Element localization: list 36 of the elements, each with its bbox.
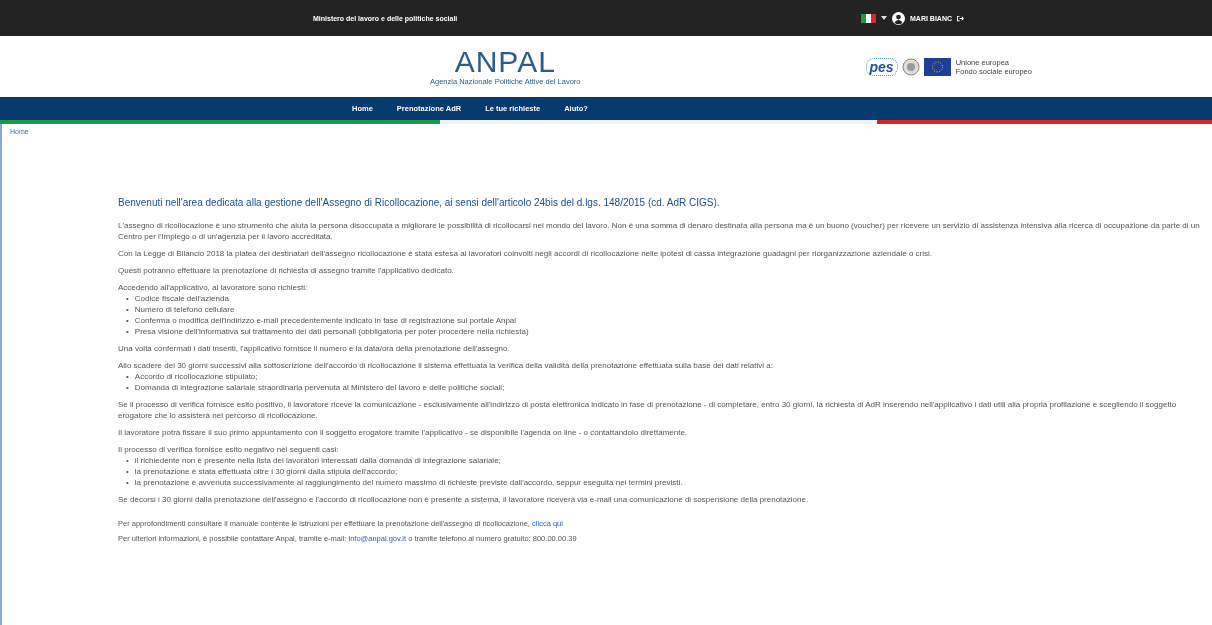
paragraph: Il lavoratore potrà fissare il suo primo appuntamento con il soggetto erogatore tramite l'applicativo - se disponibile l'agenda on line - o contattandolo direttamente. xyxy=(118,427,689,438)
bullet-icon: • xyxy=(126,382,129,393)
anpal-logo[interactable]: ANPAL xyxy=(454,47,556,77)
user-icon[interactable] xyxy=(892,11,905,25)
list-intro: Allo scadere dei 30 giorni successivi alla sottoscrizione dell'accordo di ricollocazione il sistema effettuata la verifica della validità della prenotazione effettuata sulla base dei dati relativi a: xyxy=(118,360,774,371)
list-item: Numero di telefono cellulare xyxy=(134,304,235,315)
list-intro: Il processo di verifica fornisce esito negativo nei seguenti casi: xyxy=(118,444,340,455)
ministry-emblem-icon xyxy=(900,57,921,76)
list-item: Conferma o modifica dell'indirizzo e-mail precedentemente indicato in fase di registrazione sul portale Anpal xyxy=(134,315,517,326)
logout-icon[interactable] xyxy=(957,14,964,22)
list-item: Domanda di integrazione salariale straordinaria pervenuta al Ministero del lavoro e delle politiche sociali; xyxy=(134,382,505,393)
list-intro: Accedendo all'applicativo, al lavoratore sono richiesti: xyxy=(118,282,309,293)
eu-flag-icon xyxy=(923,57,951,76)
bullet-icon: • xyxy=(126,466,129,477)
bullet-icon: • xyxy=(126,326,129,337)
page-title: Benvenuti nell'area dedicata alla gestione dell'Assegno di Ricollocazione, ai sensi dell'articolo 24bis del d.lgs. 148/2015 (cd. AdR CIGS). xyxy=(118,197,721,208)
bullet-icon: • xyxy=(126,304,129,315)
bullet-icon: • xyxy=(126,477,129,488)
bullet-icon: • xyxy=(126,315,129,326)
list-item: Presa visione dell'informativa sul trattamento dei dati personali (obbligatoria per poter procedere nella richiesta) xyxy=(134,326,529,337)
paragraph: Questi potranno effettuare la prenotazione di richiesta di assegno tramite l'applicativo dedicato. xyxy=(118,265,455,276)
bullet-icon: • xyxy=(126,371,129,382)
list-item: Codice fiscale dell'azienda xyxy=(134,293,229,304)
list-item: il richiedente non è presente nella lista dei lavoratori interessati dalla domanda di integrazione salariale; xyxy=(134,455,501,466)
paragraph: Se decorsi i 30 giorni dalla prenotazione dell'assegno e l'accordo di ricollocazione non è presente a sistema, il lavoratore riceverà via e-mail una comunicazione di sospensione della prenotazione. xyxy=(118,494,810,505)
list-item: Accordo di ricollocazione stipulato; xyxy=(134,371,258,382)
bullet-icon: • xyxy=(126,293,129,304)
paragraph: Se il processo di verifica fornisce esito positivo, il lavoratore riceve la comunicazione - esclusivamente all'indirizzo di posta elettronica indicato in fase di prenotazione - di completare, entro 30 giorni, la richiesta di AdR inserendo nell'applicativo i dati utili alla propria profilazione e scegliendo il soggetto erogatore che lo assisterà nel percorso di ricollocazione. xyxy=(118,399,1178,421)
list-item: la prenotazione è stata effettuata oltre i 30 giorni dalla stipula dell'accordo; xyxy=(134,466,398,477)
paragraph: Con la Legge di Bilancio 2018 la platea dei destinatari dell'assegno ricollocazione è stata estesa ai lavoratori coinvolti negli accordi di ricollocazione nelle ipotesi di cassa integrazione guadagni per riorganizzazione aziendale o crisi. xyxy=(118,248,933,259)
bullet-icon: • xyxy=(126,455,129,466)
list-item: la prenotazione è avvenuta successivamente al raggiungimento del numero massimo di richieste previste dall'accordo, seppur eseguita nei termini previsti. xyxy=(134,477,683,488)
italian-flag-icon[interactable] xyxy=(861,13,876,23)
caret-icon[interactable] xyxy=(881,16,887,20)
paragraph: L'assegno di ricollocazione è uno strumento che aiuta la persona disoccupata a migliorare le possibilità di ricollocarsi nel mondo del lavoro. Non è una somma di denaro destinata alla persona ma è un buono (voucher) per ricevere un servizio di assistenza intensiva alla ricerca di occupazione da parte di un Centro per l'Impiego o di un'agenzia per il lavoro accreditata. xyxy=(118,220,1201,242)
paragraph: Una volta confermati i dati inseriti, l'applicativo fornisce il numero e la data/ora della prenotazione dell'assegno. xyxy=(118,343,511,354)
